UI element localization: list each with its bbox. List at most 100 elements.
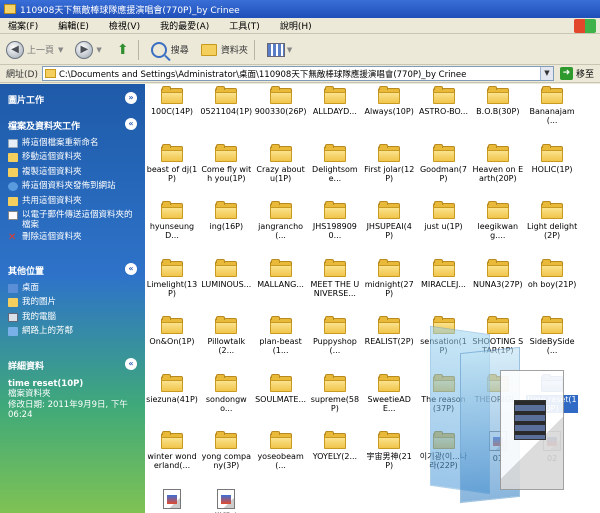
task-share[interactable]: 共用這個資料夾: [8, 196, 140, 206]
folder-item[interactable]: hyunseungD...: [146, 201, 198, 240]
folder-item[interactable]: ing(16P): [200, 201, 252, 231]
place-my-pictures[interactable]: 我的圖片: [8, 297, 140, 307]
other-places-header[interactable]: 其他位置: [8, 264, 44, 277]
toolbar-divider: [253, 39, 255, 60]
task-delete[interactable]: ✕ 刪除這個資料夾: [8, 232, 140, 243]
folder-item[interactable]: beast of dj(1P): [146, 143, 198, 183]
folder-item[interactable]: oh boy(21P): [526, 258, 578, 289]
folder-item[interactable]: 0521104(1P): [200, 86, 252, 116]
details-header[interactable]: 詳細資料: [8, 359, 44, 372]
file-tasks-header[interactable]: 檔案及資料夾工作: [8, 119, 80, 132]
folder-item[interactable]: LUMINOUS...: [200, 258, 252, 289]
forward-button[interactable]: ▶ ▼: [75, 38, 107, 62]
address-dropdown-icon[interactable]: ▼: [539, 67, 553, 80]
item-label: 宇宙男神(21P): [366, 452, 412, 470]
folder-item[interactable]: Limelight(13P): [146, 258, 198, 298]
folder-item[interactable]: supreme(58P): [309, 373, 361, 413]
picture-tasks-header[interactable]: 圖片工作: [8, 93, 44, 106]
menu-file[interactable]: 檔案(F): [8, 19, 38, 32]
folder-item[interactable]: Pillowtalk(2...: [200, 316, 252, 355]
folder-item[interactable]: SOULMATE...: [255, 373, 307, 404]
item-label: Light delight(2P): [526, 222, 578, 240]
folder-item[interactable]: JHS1989090...: [309, 201, 361, 240]
folder-icon: [378, 258, 401, 277]
item-label: 100C(14P): [150, 107, 194, 116]
folder-item[interactable]: sondongwo...: [200, 373, 252, 413]
folder-item[interactable]: midnight(27P): [363, 258, 415, 298]
place-network[interactable]: 網路上的芳鄰: [8, 326, 140, 336]
search-button[interactable]: 搜尋: [150, 38, 189, 62]
folders-button[interactable]: 資料夾: [200, 38, 248, 62]
folder-item[interactable]: ASTRO-BO...: [418, 86, 470, 116]
task-rename[interactable]: 將這個檔案重新命名: [8, 138, 140, 148]
folder-item[interactable]: On&On(1P): [146, 316, 198, 346]
window-title: 110908天下無敵棒球隊應援演唱會(770P)_by Crinee: [20, 5, 240, 16]
folder-item[interactable]: 宇宙男神(21P): [363, 431, 415, 470]
address-input[interactable]: C:\Documents and Settings\Administrator\…: [41, 66, 554, 81]
menu-help[interactable]: 說明(H): [280, 19, 312, 32]
folder-item[interactable]: Light delight(2P): [526, 201, 578, 240]
folder-item[interactable]: MALLANG...: [255, 258, 307, 289]
folder-item[interactable]: Goodman(7P): [418, 143, 470, 183]
folder-item[interactable]: B.O.B(30P): [472, 86, 524, 116]
folder-item[interactable]: First jolar(12P): [363, 143, 415, 183]
menu-view[interactable]: 檢視(V): [109, 19, 140, 32]
views-dropdown-icon[interactable]: ▼: [287, 46, 292, 54]
folder-item[interactable]: JHSUPEAI(4P): [363, 201, 415, 240]
file-item[interactable]: 變態斗: [200, 488, 252, 513]
up-folder-button[interactable]: ⬆: [114, 38, 132, 62]
task-publish[interactable]: 將這個資料夾發佈到網站: [8, 181, 140, 191]
folder-item[interactable]: HOLIC(1P): [526, 143, 578, 174]
place-my-computer[interactable]: 我的電腦: [8, 312, 140, 322]
views-button[interactable]: ▼: [266, 38, 298, 62]
folder-item[interactable]: leegikwang....: [472, 201, 524, 240]
collapse-chevron-icon[interactable]: «: [125, 263, 137, 275]
back-button[interactable]: ◀ 上一頁 ▼: [6, 38, 69, 62]
folder-item[interactable]: ALLDAYD...: [309, 86, 361, 116]
menu-edit[interactable]: 編輯(E): [58, 19, 89, 32]
menu-tools[interactable]: 工具(T): [229, 19, 260, 32]
folder-item[interactable]: yoseobeam(...: [255, 431, 307, 470]
folder-item[interactable]: NUNA3(27P): [472, 258, 524, 289]
folder-item[interactable]: siezuna(41P): [146, 373, 198, 404]
expand-chevron-icon[interactable]: »: [125, 92, 137, 104]
go-button[interactable]: ➜ 移至: [559, 67, 594, 80]
place-desktop[interactable]: 桌面: [8, 283, 140, 293]
folder-item[interactable]: Always(10P): [363, 86, 415, 116]
folder-icon: [215, 373, 238, 392]
folder-item[interactable]: Bananajam(...: [526, 86, 578, 125]
item-label: sondongwo...: [205, 394, 247, 413]
folder-icon: [4, 4, 16, 14]
folder-icon: [215, 258, 238, 277]
folder-item[interactable]: Crazy about u(1P): [255, 143, 307, 183]
folder-icon: [541, 86, 564, 104]
folder-item[interactable]: jangrancho(...: [255, 201, 307, 240]
folder-item[interactable]: winter wonderland(...: [146, 431, 198, 470]
menu-favorites[interactable]: 我的最愛(A): [160, 19, 209, 32]
folder-item[interactable]: YOYELY(2...: [309, 431, 361, 461]
folder-item[interactable]: REALIST(2P): [363, 316, 415, 346]
folder-item[interactable]: MEET THE UNIVERSE...: [309, 258, 361, 298]
folder-item[interactable]: Puppyshop(...: [309, 316, 361, 355]
folder-item[interactable]: yong company(3P): [200, 431, 252, 470]
collapse-chevron-icon[interactable]: «: [125, 118, 137, 130]
item-label: First jolar(12P): [364, 164, 415, 183]
folder-item[interactable]: 900330(26P): [255, 86, 307, 116]
forward-dropdown-icon[interactable]: ▼: [96, 46, 101, 54]
back-dropdown-icon[interactable]: ▼: [58, 46, 63, 54]
folder-item[interactable]: Delightsome...: [309, 143, 361, 183]
task-email[interactable]: 以電子郵件傳送這個資料夾的檔案: [8, 210, 140, 230]
folder-item[interactable]: Come fly with you(1P): [200, 143, 252, 183]
folder-icon: [215, 201, 238, 219]
folder-item[interactable]: 100C(14P): [146, 86, 198, 116]
task-move[interactable]: 移動這個資料夾: [8, 152, 140, 162]
folder-item[interactable]: plan-beast(1...: [255, 316, 307, 355]
collapse-chevron-icon[interactable]: «: [125, 358, 137, 370]
folder-item[interactable]: just u(1P): [418, 201, 470, 231]
folders-label: 資料夾: [220, 46, 248, 56]
folder-item[interactable]: Heaven on Earth(20P): [472, 143, 524, 183]
folder-item[interactable]: MIRACLEJ...: [418, 258, 470, 289]
folder-item[interactable]: SweetieADE...: [363, 373, 415, 413]
file-item[interactable]: 03: [146, 488, 198, 513]
task-copy[interactable]: 複製這個資料夾: [8, 167, 140, 177]
